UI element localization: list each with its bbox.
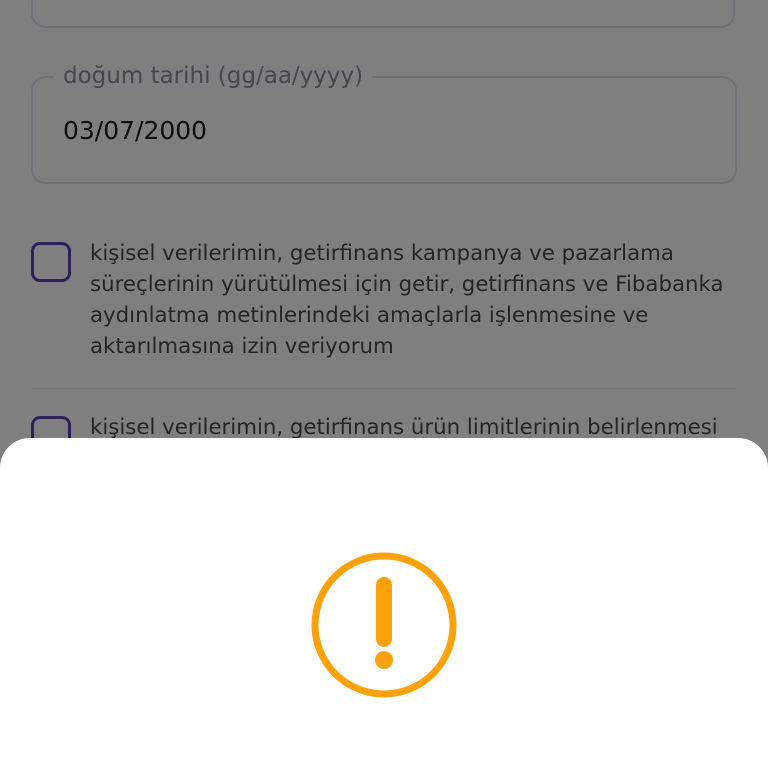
- exclamation-circle-icon: [310, 551, 458, 699]
- alert-bottom-sheet: [0, 438, 768, 768]
- screen: doğum tarihi (gg/aa/yyyy) 03/07/2000 kiş…: [0, 0, 768, 768]
